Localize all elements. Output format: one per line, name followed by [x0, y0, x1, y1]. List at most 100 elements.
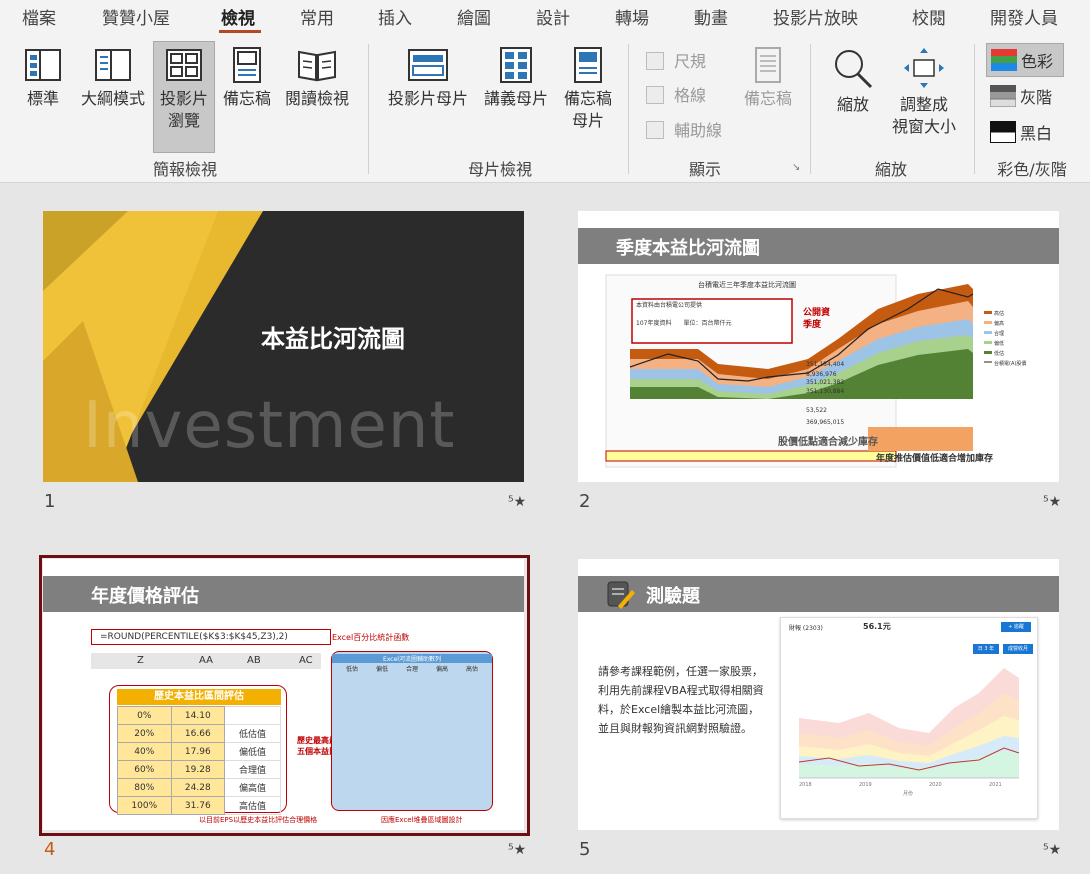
ribbon-view: 標準 大綱模式 投影片 瀏覽 備忘稿 閱讀檢視 簡報檢視 投影片母片 講義母片 … [0, 36, 1090, 183]
svg-text:2021: 2021 [989, 782, 1002, 788]
handout-master-label: 講義母片 [483, 89, 548, 108]
slide-thumbnail-5[interactable]: 測驗題 請參考課程範例，任選一家股票，利用先前課程VBA程式取得相關資料，於Ex… [578, 559, 1059, 830]
slide5-mini-filter-2: 成營收月 [1003, 644, 1033, 654]
slide2-callout-2: 季度 [802, 318, 822, 330]
black-white-swatch-icon [990, 121, 1016, 143]
slide-number-1: 1 [44, 491, 56, 512]
tab-design[interactable]: 設計 [536, 4, 570, 29]
notes-page-button[interactable]: 備忘稿 [218, 46, 276, 116]
notes-pane-icon [755, 47, 781, 83]
fit-window-icon [904, 48, 944, 88]
slide5-mini-xlabel: 月份 [903, 791, 914, 797]
slide-sorter-icon [166, 49, 202, 81]
slide5-title: 測驗題 [646, 586, 700, 607]
slide-sorter-label-2: 瀏覽 [167, 111, 200, 130]
grayscale-label: 灰階 [1020, 88, 1053, 107]
reading-view-button[interactable]: 閱讀檢視 [280, 46, 354, 116]
notes-master-label-2: 母片 [571, 111, 604, 130]
zoom-group-label: 縮放 [874, 160, 907, 179]
slide-thumbnail-1[interactable]: Investment 本益比河流圖 [43, 211, 524, 482]
slide5-title-bar: 測驗題 [578, 576, 1059, 612]
slide5-screenshot: 財報 (2303) 56.1元 + 追蹤 日 3 年 成營收月 2018 201… [780, 617, 1038, 819]
grayscale-button[interactable]: 灰階 [986, 80, 1062, 112]
handout-master-icon [500, 47, 532, 83]
slide2-legend-item: 高估 [994, 310, 1004, 317]
slide-thumbnail-4[interactable]: 年度價格評估 =ROUND(PERCENTILE($K$3:$K$45,Z3),… [43, 559, 524, 830]
notes-pane-button[interactable]: 備忘稿 [738, 46, 798, 116]
tab-file[interactable]: 檔案 [22, 4, 56, 29]
slide-sorter-button[interactable]: 投影片 瀏覽 [153, 41, 215, 153]
normal-view-label: 標準 [26, 89, 59, 108]
tab-animations[interactable]: 動畫 [694, 4, 728, 29]
fit-to-window-button[interactable]: 調整成 視窗大小 [884, 46, 964, 146]
slide4-bottom-note-2: 因應Excel堆疊區域圖設計 [381, 816, 463, 824]
slide2-value: 351,130,884 [806, 388, 844, 395]
col-header: AA [199, 655, 213, 666]
guides-checkbox[interactable]: 輔助線 [646, 117, 722, 141]
presentation-views-group-label: 簡報檢視 [152, 160, 217, 179]
notes-master-button[interactable]: 備忘稿 母片 [558, 46, 618, 146]
ruler-label: 尺規 [674, 52, 707, 71]
slide4-title-bar: 年度價格評估 [43, 576, 524, 612]
slide-number-5: 5 [579, 839, 591, 860]
slide5-mini-value: 56.1元 [863, 622, 891, 631]
slide2-callout-4: 年度推估價值低適合增加庫存 [876, 452, 993, 464]
black-white-label: 黑白 [1020, 124, 1053, 143]
tab-insert[interactable]: 插入 [378, 4, 412, 29]
checkbox-box [646, 52, 664, 70]
tab-transitions[interactable]: 轉場 [615, 4, 649, 29]
grayscale-swatch-icon [990, 85, 1016, 107]
slide5-mini-chart: 2018 2019 2020 2021 [798, 668, 1020, 788]
slide2-value: 369,965,015 [806, 419, 844, 426]
slide2-value: 351,021,382 [806, 379, 844, 386]
slide4-table-title: 歷史本益比區間評估 [117, 689, 281, 705]
normal-view-button[interactable]: 標準 [16, 46, 70, 116]
slide5-body-text: 請參考課程範例，任選一家股票，利用先前課程VBA程式取得相關資料，於Excel繪… [598, 665, 764, 735]
ribbon-tab-bar: 檔案 贊贊小屋 檢視 常用 插入 繪圖 設計 轉場 動畫 投影片放映 校閱 開發… [0, 0, 1090, 36]
notes-page-label: 備忘稿 [222, 89, 271, 108]
star-icon: ⁵★ [508, 842, 527, 858]
slide5-mini-title: 財報 (2303) [789, 625, 823, 632]
black-white-button[interactable]: 黑白 [986, 116, 1062, 148]
slide4-bottom-note-1: 以目前EPS以歷史本益比評估合理價格 [199, 816, 318, 824]
ribbon-separator [368, 44, 369, 174]
tab-view[interactable]: 檢視 [221, 4, 255, 29]
slide-sorter-label-1: 投影片 [159, 89, 208, 108]
slide2-chart: 本資料由台積電公司提供 107年度資料 單位：百台幣仟元 公開資 季度 台積電近… [605, 274, 1026, 468]
slide2-value: 8,936,976 [806, 371, 837, 378]
slide-master-button[interactable]: 投影片母片 [382, 46, 474, 116]
slide2-legend-item: 合理 [994, 330, 1004, 337]
guides-label: 輔助線 [674, 121, 723, 140]
tab-slideshow[interactable]: 投影片放映 [773, 4, 858, 29]
tab-review[interactable]: 校閱 [912, 4, 946, 29]
ribbon-separator [628, 44, 629, 174]
tab-developer[interactable]: 開發人員 [990, 4, 1058, 29]
dialog-launcher-icon[interactable]: ↘ [792, 162, 800, 173]
fit-window-label-1: 調整成 [899, 95, 948, 114]
tab-draw[interactable]: 繪圖 [457, 4, 491, 29]
slide2-title: 季度本益比河流圖 [616, 238, 760, 259]
notes-page-icon [233, 47, 261, 83]
tab-zanzan[interactable]: 贊贊小屋 [102, 4, 170, 29]
handout-master-button[interactable]: 講義母片 [478, 46, 554, 116]
table-row: 0% 14.10 [117, 706, 281, 725]
slide4-valuation-table: 0% 14.10 20% 16.66 低估值 40% 17.96 偏低值 60% 19.28… [117, 706, 281, 815]
table-row: 100% 31.76 高估值 [117, 796, 281, 815]
table-row: 80% 24.28 偏高值 [117, 778, 281, 797]
magnifier-icon [835, 50, 873, 89]
slide2-chart-title: 台積電近三年季度本益比河流圖 [698, 280, 796, 289]
outline-view-button[interactable]: 大綱模式 [76, 46, 150, 116]
slide-thumbnail-2[interactable]: 季度本益比河流圖 本資料由台積電公司提供 107年度資料 單位：百台幣仟元 公開… [578, 211, 1059, 482]
slide2-legend-item: 偏高 [994, 320, 1004, 327]
tab-home[interactable]: 常用 [300, 4, 334, 29]
ribbon-separator [974, 44, 975, 174]
slide2-note-1: 本資料由台積電公司提供 [636, 301, 702, 309]
color-mode-button[interactable]: 色彩 [986, 43, 1064, 77]
slide2-callout-3: 股價低點適合減少庫存 [778, 435, 878, 448]
gridlines-checkbox[interactable]: 格線 [646, 82, 706, 106]
zoom-button[interactable]: 縮放 [826, 46, 880, 116]
table-row: 40% 17.96 偏低值 [117, 742, 281, 761]
slide2-legend-item: 低估 [994, 350, 1004, 357]
ruler-checkbox[interactable]: 尺規 [646, 48, 706, 72]
checkbox-box [646, 86, 664, 104]
